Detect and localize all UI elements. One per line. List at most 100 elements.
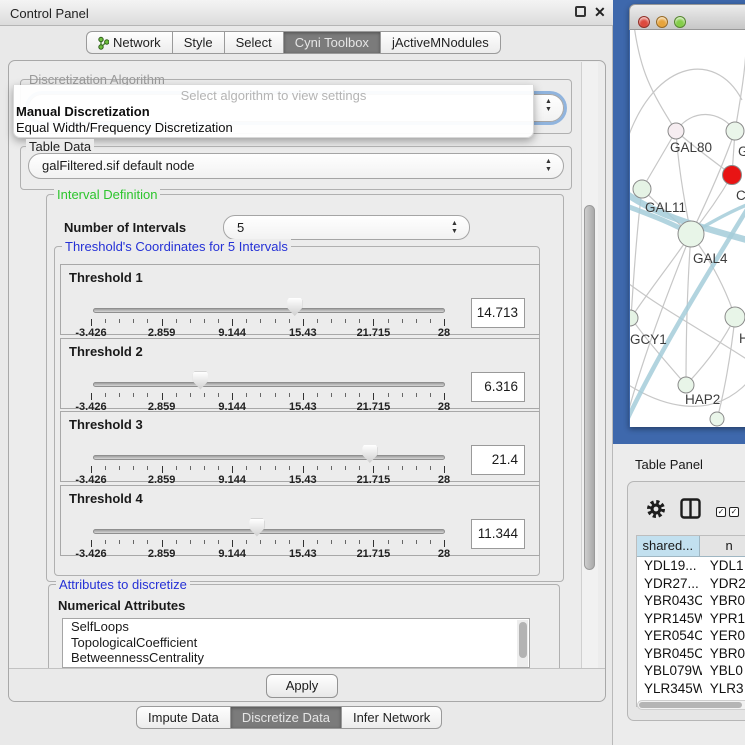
- combo-arrows-icon: ▲▼: [544, 98, 553, 114]
- bottom-tab-label: Impute Data: [148, 707, 219, 728]
- table-cell[interactable]: YBL0: [702, 662, 745, 680]
- tab-style[interactable]: Style: [173, 31, 225, 54]
- table-row[interactable]: YDR27...YDR2: [637, 575, 745, 593]
- tick-label: 2.859: [148, 548, 176, 560]
- panel-title: Control Panel: [10, 6, 89, 21]
- main-scrollbar-thumb[interactable]: [584, 205, 595, 570]
- table-cell[interactable]: YLR3: [702, 680, 745, 698]
- split-columns-icon[interactable]: [680, 498, 701, 519]
- network-node[interactable]: [678, 377, 694, 393]
- threshold-1-slider-track[interactable]: [93, 308, 445, 313]
- table-cell[interactable]: YDR27...: [637, 575, 702, 593]
- threshold-3-slider-track[interactable]: [93, 455, 445, 460]
- table-row[interactable]: YLR345WYLR3: [637, 680, 745, 698]
- tab-jactivemnodules[interactable]: jActiveMNodules: [381, 31, 501, 54]
- table-cell[interactable]: YER054C: [637, 627, 702, 645]
- minimize-traffic-light[interactable]: [656, 16, 668, 28]
- table-row[interactable]: YPR145WYPR1: [637, 610, 745, 628]
- apply-button[interactable]: Apply: [266, 674, 338, 698]
- attribute-item[interactable]: SelfLoops: [63, 619, 529, 635]
- network-node[interactable]: [710, 412, 724, 426]
- network-edge[interactable]: [686, 317, 735, 385]
- attribute-item[interactable]: BetweennessCentrality: [63, 650, 529, 666]
- node-label: GAL80: [670, 140, 712, 155]
- dropdown-item-2[interactable]: Equal Width/Frequency Discretization: [16, 120, 233, 135]
- table-cell[interactable]: YBR0: [702, 592, 745, 610]
- threshold-4-slider-track[interactable]: [93, 529, 445, 534]
- threshold-2-slider-thumb[interactable]: [193, 372, 208, 390]
- network-window-titlebar[interactable]: [629, 4, 745, 30]
- float-window-icon[interactable]: [575, 6, 586, 17]
- network-node[interactable]: [723, 166, 742, 185]
- bottom-tab-impute-data[interactable]: Impute Data: [136, 706, 231, 729]
- column-header-1[interactable]: shared...: [637, 536, 700, 557]
- threshold-3-value-field[interactable]: 21.4: [471, 445, 525, 475]
- bottom-tab-label: Discretize Data: [242, 707, 330, 728]
- tab-cyni-toolbox[interactable]: Cyni Toolbox: [284, 31, 381, 54]
- table-data-selected-value: galFiltered.sif default node: [42, 158, 194, 173]
- tab-network[interactable]: Network: [86, 31, 173, 54]
- table-cell[interactable]: YBR043C: [637, 592, 702, 610]
- table-row[interactable]: YBR043CYBR0: [637, 592, 745, 610]
- attributes-group-label: Attributes to discretize: [56, 577, 190, 592]
- table-horizontal-scrollbar[interactable]: [637, 700, 745, 710]
- table-cell[interactable]: YPR1: [702, 610, 745, 628]
- bottom-tab-infer-network[interactable]: Infer Network: [342, 706, 442, 729]
- table-row[interactable]: YBL079WYBL0: [637, 662, 745, 680]
- attribute-item[interactable]: TopologicalCoefficient: [63, 635, 529, 651]
- table-cell[interactable]: YPR145W: [637, 610, 702, 628]
- tab-label: jActiveMNodules: [392, 32, 489, 53]
- threshold-4-slider-thumb[interactable]: [249, 519, 264, 537]
- threshold-2-slider-track[interactable]: [93, 382, 445, 387]
- network-icon: [98, 36, 109, 50]
- table-panel: Table Panel ✓✓ shared...n YDL19...YDL1YD…: [613, 444, 745, 745]
- threshold-4-box: Threshold 4-3.4262.8599.14415.4321.71528…: [60, 485, 540, 556]
- table-cell[interactable]: YLR345W: [637, 680, 702, 698]
- num-intervals-spinner[interactable]: 5 ▲▼: [223, 215, 470, 240]
- table-cell[interactable]: YDL19...: [637, 557, 702, 575]
- gear-icon[interactable]: [645, 498, 667, 520]
- threshold-1-slider-thumb[interactable]: [287, 298, 302, 316]
- bottom-tab-bar: Impute Data Discretize Data Infer Network: [136, 706, 442, 729]
- threshold-2-value-field[interactable]: 6.316: [471, 372, 525, 402]
- network-node[interactable]: [726, 122, 744, 140]
- table-row[interactable]: YBR045CYBR0: [637, 645, 745, 663]
- table-cell[interactable]: YDL1: [702, 557, 745, 575]
- network-node[interactable]: [668, 123, 684, 139]
- tick-label: 28: [438, 548, 450, 560]
- table-row[interactable]: YER054CYER0: [637, 627, 745, 645]
- table-cell[interactable]: YER0: [702, 627, 745, 645]
- dropdown-item-1[interactable]: Manual Discretization: [16, 104, 150, 119]
- zoom-traffic-light[interactable]: [674, 16, 686, 28]
- bottom-tab-discretize-data[interactable]: Discretize Data: [231, 706, 342, 729]
- node-label: GAL4: [693, 251, 728, 266]
- interval-definition-label: Interval Definition: [54, 187, 160, 202]
- network-node[interactable]: [633, 180, 651, 198]
- threshold-4-value-field[interactable]: 11.344: [471, 519, 525, 549]
- threshold-1-value-field[interactable]: 14.713: [471, 298, 525, 328]
- network-edge[interactable]: [691, 234, 735, 317]
- tab-select[interactable]: Select: [225, 31, 284, 54]
- network-edge[interactable]: [630, 69, 742, 150]
- node-table[interactable]: shared...n YDL19...YDL1YDR27...YDR2YBR04…: [636, 535, 745, 707]
- close-icon[interactable]: ✕: [594, 4, 606, 21]
- column-header-2[interactable]: n: [700, 536, 745, 557]
- network-node[interactable]: [630, 310, 638, 326]
- tab-label: Cyni Toolbox: [295, 32, 369, 53]
- network-node[interactable]: [725, 307, 745, 327]
- threshold-3-slider-thumb[interactable]: [362, 445, 377, 463]
- table-cell[interactable]: YBR045C: [637, 645, 702, 663]
- close-traffic-light[interactable]: [638, 16, 650, 28]
- threshold-1-box: Threshold 1-3.4262.8599.14415.4321.71528…: [60, 264, 540, 335]
- table-cell[interactable]: YBL079W: [637, 662, 702, 680]
- table-row[interactable]: YDL19...YDL1: [637, 557, 745, 575]
- table-cell[interactable]: YBR0: [702, 645, 745, 663]
- table-cell[interactable]: YDR2: [702, 575, 745, 593]
- network-edge[interactable]: [634, 30, 676, 131]
- checkboxes-icon[interactable]: ✓✓: [716, 502, 742, 517]
- numerical-attributes-list[interactable]: SelfLoopsTopologicalCoefficientBetweenne…: [62, 618, 530, 668]
- network-canvas[interactable]: GAL80GACGAL11GAL4GCY1HHAP2: [630, 30, 745, 427]
- network-node[interactable]: [678, 221, 704, 247]
- attributes-scrollbar[interactable]: [517, 620, 528, 668]
- table-data-combobox[interactable]: galFiltered.sif default node ▲▼: [28, 153, 564, 179]
